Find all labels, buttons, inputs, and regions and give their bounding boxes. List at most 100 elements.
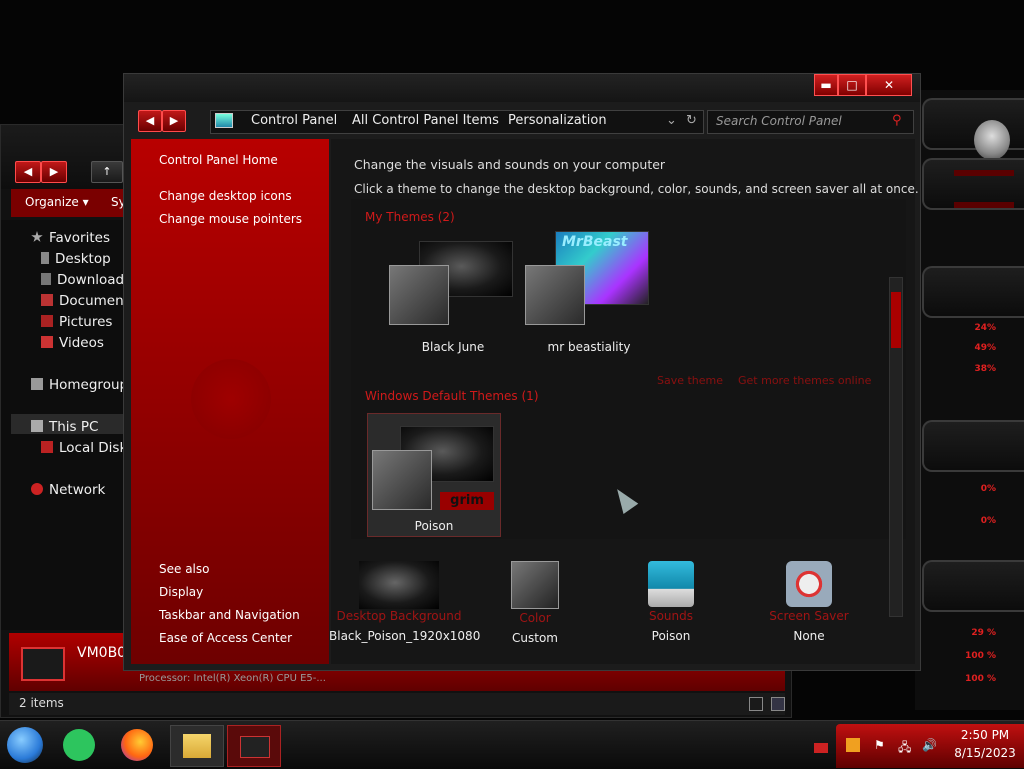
gadget-readout: 29 %: [971, 628, 996, 638]
computer-name: VM0B0: [77, 645, 127, 661]
breadcrumb-personalization[interactable]: Personalization: [508, 113, 607, 128]
control-panel-home-link[interactable]: Control Panel Home: [159, 153, 278, 167]
forward-button[interactable]: ▶: [162, 110, 186, 132]
scrollbar-thumb[interactable]: [891, 292, 901, 348]
nav-videos[interactable]: Videos: [41, 335, 104, 351]
breadcrumb-control-panel[interactable]: Control Panel: [251, 113, 337, 128]
theme-black-june[interactable]: Black June: [387, 239, 519, 361]
computer-icon: [31, 420, 43, 432]
get-more-themes-link[interactable]: Get more themes online: [738, 374, 871, 387]
notification-icon[interactable]: [846, 738, 860, 752]
alien-head-icon: [974, 120, 1010, 160]
firefox-icon[interactable]: [121, 729, 153, 761]
details-view-icon[interactable]: [749, 697, 763, 711]
show-hidden-icons-icon[interactable]: [814, 743, 828, 753]
window-titlebar[interactable]: ▬ □ ✕: [124, 74, 920, 102]
control-panel-taskbar-button[interactable]: [227, 725, 281, 767]
minimize-button[interactable]: ▬: [814, 74, 838, 96]
gadget-panel: [922, 560, 1024, 612]
theme-color-swatch: [372, 450, 432, 510]
nav-downloads[interactable]: Downloads: [41, 272, 131, 288]
theme-poison-selected[interactable]: grim Poison: [367, 413, 501, 537]
color-swatch: [511, 561, 559, 609]
personalization-icon: [240, 736, 270, 758]
ease-of-access-link[interactable]: Ease of Access Center: [159, 631, 292, 645]
screen-saver-icon: [786, 561, 832, 607]
nav-local-disk[interactable]: Local Disk: [41, 440, 127, 456]
nav-desktop[interactable]: Desktop: [41, 251, 111, 267]
up-button[interactable]: ↑: [91, 161, 123, 183]
nav-this-pc[interactable]: This PC: [31, 419, 98, 435]
personalization-content: Change the visuals and sounds on your co…: [329, 139, 919, 664]
homegroup-icon: [31, 378, 43, 390]
maximize-button[interactable]: □: [838, 74, 866, 96]
theme-label: mr beastiality: [547, 340, 631, 354]
control-panel-icon: [215, 113, 233, 128]
back-button[interactable]: ◀: [138, 110, 162, 132]
theme-label: Black June: [421, 340, 485, 354]
large-icons-view-icon[interactable]: [771, 697, 785, 711]
close-button[interactable]: ✕: [866, 74, 912, 96]
processor-info: Processor: Intel(R) Xeon(R) CPU E5-...: [139, 673, 326, 684]
theme-mr-beastiality[interactable]: MrBeast mr beastiality: [523, 231, 655, 361]
search-box[interactable]: Search Control Panel ⚲: [707, 110, 914, 134]
theme-label: Poison: [414, 519, 454, 533]
documents-icon: [41, 294, 53, 306]
save-theme-link[interactable]: Save theme: [657, 374, 723, 387]
organize-menu[interactable]: Organize ▾: [25, 195, 89, 209]
nav-documents[interactable]: Documents: [41, 293, 136, 309]
pictures-icon: [41, 315, 53, 327]
watermark-emblem: [191, 359, 271, 439]
color-setting[interactable]: Color Custom: [465, 561, 605, 645]
back-button[interactable]: ◀: [15, 161, 41, 183]
theme-color-swatch: [389, 265, 449, 325]
desktop-background-setting[interactable]: Desktop Background Black_Poison_1920x108…: [329, 561, 480, 643]
taskbar-navigation-link[interactable]: Taskbar and Navigation: [159, 608, 300, 622]
display-link[interactable]: Display: [159, 585, 203, 599]
search-icon[interactable]: ⚲: [892, 113, 902, 128]
nav-pictures[interactable]: Pictures: [41, 314, 112, 330]
gadget-readout: 0%: [980, 484, 996, 494]
gadget-readout: 49%: [974, 343, 996, 353]
sounds-setting[interactable]: Sounds Poison: [601, 561, 741, 643]
personalization-window: ▬ □ ✕ ◀ ▶ Control Panel All Control Pane…: [123, 73, 921, 671]
screen-saver-setting[interactable]: Screen Saver None: [739, 561, 879, 643]
volume-icon[interactable]: 🔊: [922, 738, 937, 752]
videos-icon: [41, 336, 53, 348]
explorer-command-bar: Organize ▾ Sy: [11, 189, 133, 217]
start-button[interactable]: [7, 727, 43, 763]
change-mouse-pointers-link[interactable]: Change mouse pointers: [159, 212, 302, 226]
change-desktop-icons-link[interactable]: Change desktop icons: [159, 189, 292, 203]
status-bar: 2 items: [9, 693, 785, 715]
clock-date[interactable]: 8/15/2023: [950, 746, 1020, 760]
nav-homegroup[interactable]: Homegroup: [31, 377, 128, 393]
gadget-panel: [922, 420, 1024, 472]
nav-favorites[interactable]: Favorites: [31, 230, 110, 246]
gadget-readout: 38%: [974, 364, 996, 374]
star-icon: [31, 231, 43, 242]
themes-scrollbar[interactable]: [889, 277, 903, 617]
music-notes-icon: [648, 561, 694, 607]
folder-icon: [183, 734, 211, 758]
mouse-cursor-icon: [609, 484, 639, 514]
nav-network[interactable]: Network: [31, 482, 105, 498]
desktop-icon: [41, 252, 49, 264]
file-explorer-taskbar-button[interactable]: [170, 725, 224, 767]
address-bar[interactable]: Control Panel All Control Panel Items Pe…: [210, 110, 704, 134]
clock-time[interactable]: 2:50 PM: [950, 728, 1020, 742]
gadget-readout: 100 %: [965, 651, 996, 661]
downloads-icon: [41, 273, 51, 285]
chevron-down-icon[interactable]: ⌄: [666, 113, 677, 128]
system-tray: ⚑ 🖧 🔊 2:50 PM 8/15/2023: [836, 724, 1024, 768]
drive-icon: [41, 441, 53, 453]
refresh-icon[interactable]: ↻: [686, 113, 697, 128]
item-count: 2 items: [19, 696, 64, 710]
network-icon[interactable]: 🖧: [898, 738, 912, 754]
gadget-readout: 100 %: [965, 674, 996, 684]
left-navigation-pane: Control Panel Home Change desktop icons …: [131, 139, 329, 664]
action-center-flag-icon[interactable]: ⚑: [874, 738, 888, 752]
computer-icon: [21, 647, 65, 681]
breadcrumb-all-items[interactable]: All Control Panel Items: [352, 113, 499, 128]
spotify-icon[interactable]: [63, 729, 95, 761]
forward-button[interactable]: ▶: [41, 161, 67, 183]
